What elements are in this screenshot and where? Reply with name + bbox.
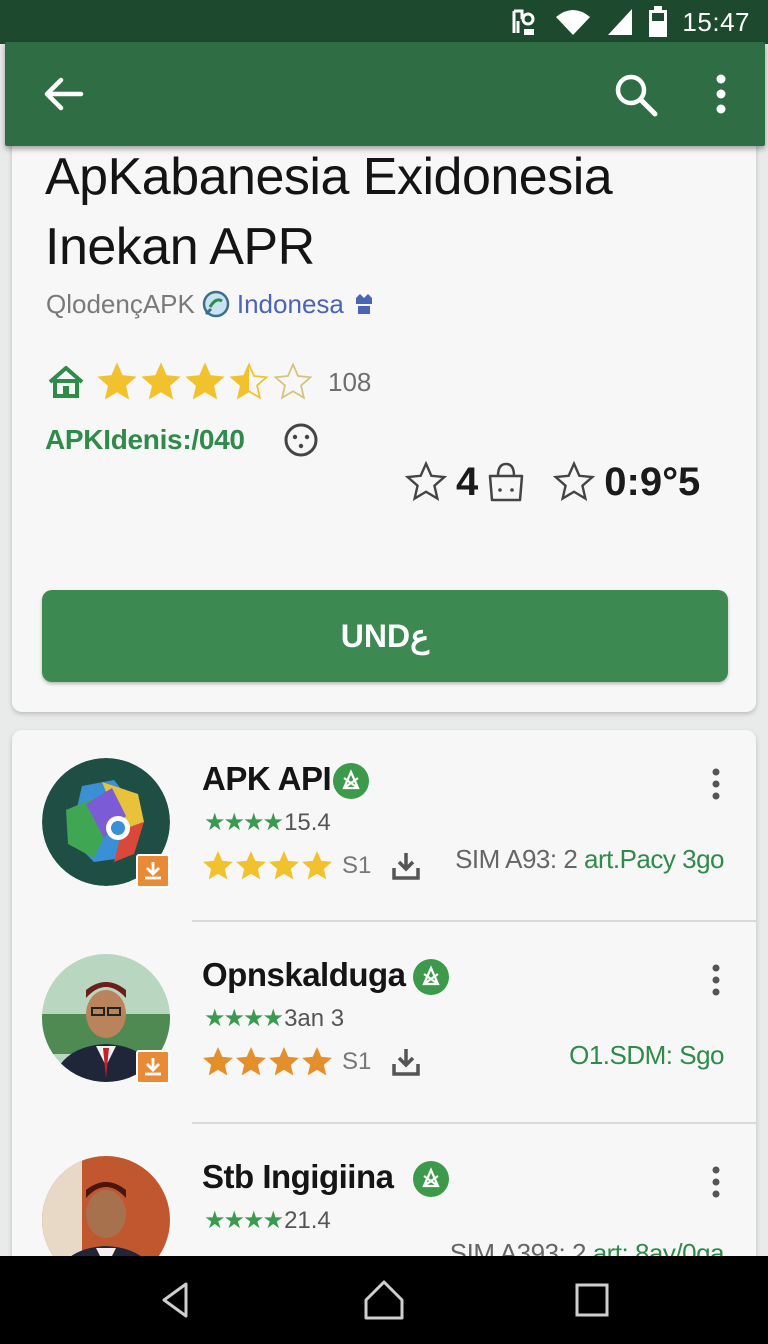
app-sub-rating: ★★★★ 3an 3 bbox=[204, 1004, 344, 1033]
app-sub-rating: ★★★★ 21.4 bbox=[204, 1206, 331, 1235]
developer-row: QlodençAPK Indonesa bbox=[46, 284, 378, 324]
star-outline-icon bbox=[553, 460, 596, 501]
star-icon bbox=[203, 1047, 233, 1076]
sub-text: 21.4 bbox=[284, 1206, 331, 1234]
nav-home-icon[interactable] bbox=[360, 1276, 408, 1324]
list-item[interactable]: APK API ★★★★ 15.4 S1 SIM A93: 2 art.Pacy… bbox=[12, 730, 756, 926]
sub-stars: ★★★★ bbox=[204, 809, 284, 836]
right-meta: SIM A93: 2 art.Pacy 3go bbox=[455, 844, 724, 875]
nav-recents-icon[interactable] bbox=[568, 1276, 616, 1324]
stats-row: 4 0:9°5 bbox=[404, 454, 700, 510]
sub-text: 15.4 bbox=[284, 808, 331, 836]
verified-badge-icon bbox=[333, 763, 369, 799]
size-label: S1 bbox=[342, 1048, 372, 1075]
stat-value-2: 0:9°5 bbox=[604, 459, 701, 504]
mute-icon bbox=[512, 9, 535, 35]
rating-stars bbox=[202, 850, 333, 882]
developer-name[interactable]: QlodençAPK bbox=[46, 289, 195, 320]
app-name: Stb Ingigiina bbox=[202, 1158, 394, 1195]
smiley-icon[interactable] bbox=[283, 422, 319, 458]
sub-stars: ★★★★ bbox=[204, 1207, 284, 1234]
status-bar: 15:47 bbox=[0, 0, 768, 44]
battery-icon bbox=[649, 6, 668, 37]
search-icon[interactable] bbox=[611, 70, 661, 120]
signal-icon bbox=[608, 9, 633, 35]
download-badge-icon bbox=[136, 1050, 170, 1084]
star-icon bbox=[269, 851, 299, 880]
rating-stars bbox=[96, 361, 314, 403]
more-vert-icon[interactable] bbox=[701, 70, 741, 120]
star-icon bbox=[203, 851, 233, 880]
star-icon bbox=[302, 851, 332, 880]
right-meta-text: O1.SDM: Sgo bbox=[569, 1040, 724, 1070]
meta-row: APKIdenis:/040 bbox=[45, 422, 319, 458]
install-button[interactable]: UNDع bbox=[42, 590, 728, 682]
more-vert-icon[interactable] bbox=[704, 766, 728, 802]
app-name: Opnskalduga bbox=[202, 956, 406, 993]
related-apps-list: APK API ★★★★ 15.4 S1 SIM A93: 2 art.Pacy… bbox=[12, 730, 756, 1290]
verified-badge-icon bbox=[413, 1161, 449, 1197]
stat-value-1: 4 bbox=[456, 459, 479, 504]
star-icon bbox=[236, 1047, 266, 1076]
flag-badge-icon bbox=[355, 294, 372, 314]
list-item[interactable]: Opnskalduga ★★★★ 3an 3 S1 O1.SDM: Sgo bbox=[12, 926, 756, 1122]
star-icon bbox=[273, 362, 313, 400]
back-arrow-icon[interactable] bbox=[41, 72, 85, 116]
app-icon-wrap bbox=[42, 954, 172, 1084]
rating-row: 108 bbox=[46, 358, 371, 406]
size-label: S1 bbox=[342, 852, 372, 879]
divider bbox=[192, 1122, 756, 1124]
rate-row: S1 bbox=[202, 850, 422, 882]
app-name: APK API bbox=[202, 760, 332, 797]
app-detail-card: ApKabanesia Exidonesia Inekan APR Qloden… bbox=[12, 120, 756, 712]
more-vert-icon[interactable] bbox=[704, 962, 728, 998]
clock: 15:47 bbox=[682, 6, 750, 37]
star-icon bbox=[141, 362, 181, 400]
app-bar bbox=[5, 42, 765, 146]
rating-stars bbox=[202, 1046, 333, 1078]
divider bbox=[192, 920, 756, 922]
nav-back-icon[interactable] bbox=[152, 1276, 200, 1324]
download-icon[interactable] bbox=[390, 1046, 422, 1078]
star-icon bbox=[302, 1047, 332, 1076]
right-meta-text: art.Pacy 3go bbox=[584, 844, 724, 874]
sub-stars: ★★★★ bbox=[204, 1005, 284, 1032]
app-sub-rating: ★★★★ 15.4 bbox=[204, 808, 331, 837]
star-icon bbox=[269, 1047, 299, 1076]
right-meta-prefix: SIM A93: 2 bbox=[455, 844, 578, 874]
right-meta: O1.SDM: Sgo bbox=[569, 1040, 724, 1071]
download-icon[interactable] bbox=[390, 850, 422, 882]
sub-text: 3an 3 bbox=[284, 1004, 345, 1032]
app-title: ApKabanesia Exidonesia Inekan APR bbox=[45, 142, 745, 282]
star-icon bbox=[229, 362, 269, 400]
wifi-icon bbox=[556, 10, 591, 35]
more-vert-icon[interactable] bbox=[704, 1164, 728, 1200]
home-icon bbox=[48, 366, 84, 398]
shopping-bag-icon bbox=[489, 462, 524, 502]
app-title-line2: Inekan APR bbox=[45, 218, 315, 276]
country-label: Indonesa bbox=[236, 288, 344, 319]
download-badge-icon bbox=[136, 854, 170, 888]
app-title-line1: ApKabanesia Exidonesia bbox=[45, 148, 613, 206]
verified-badge-icon bbox=[413, 959, 449, 995]
system-nav-bar bbox=[0, 1256, 768, 1344]
star-icon bbox=[185, 362, 225, 400]
rate-row: S1 bbox=[202, 1046, 422, 1078]
star-outline-icon bbox=[404, 460, 448, 501]
star-icon bbox=[236, 851, 266, 880]
app-code: APKIdenis:/040 bbox=[45, 424, 245, 455]
globe-icon bbox=[202, 290, 230, 318]
rating-count: 108 bbox=[328, 366, 372, 397]
star-icon bbox=[97, 362, 137, 400]
app-icon-wrap bbox=[42, 758, 172, 888]
